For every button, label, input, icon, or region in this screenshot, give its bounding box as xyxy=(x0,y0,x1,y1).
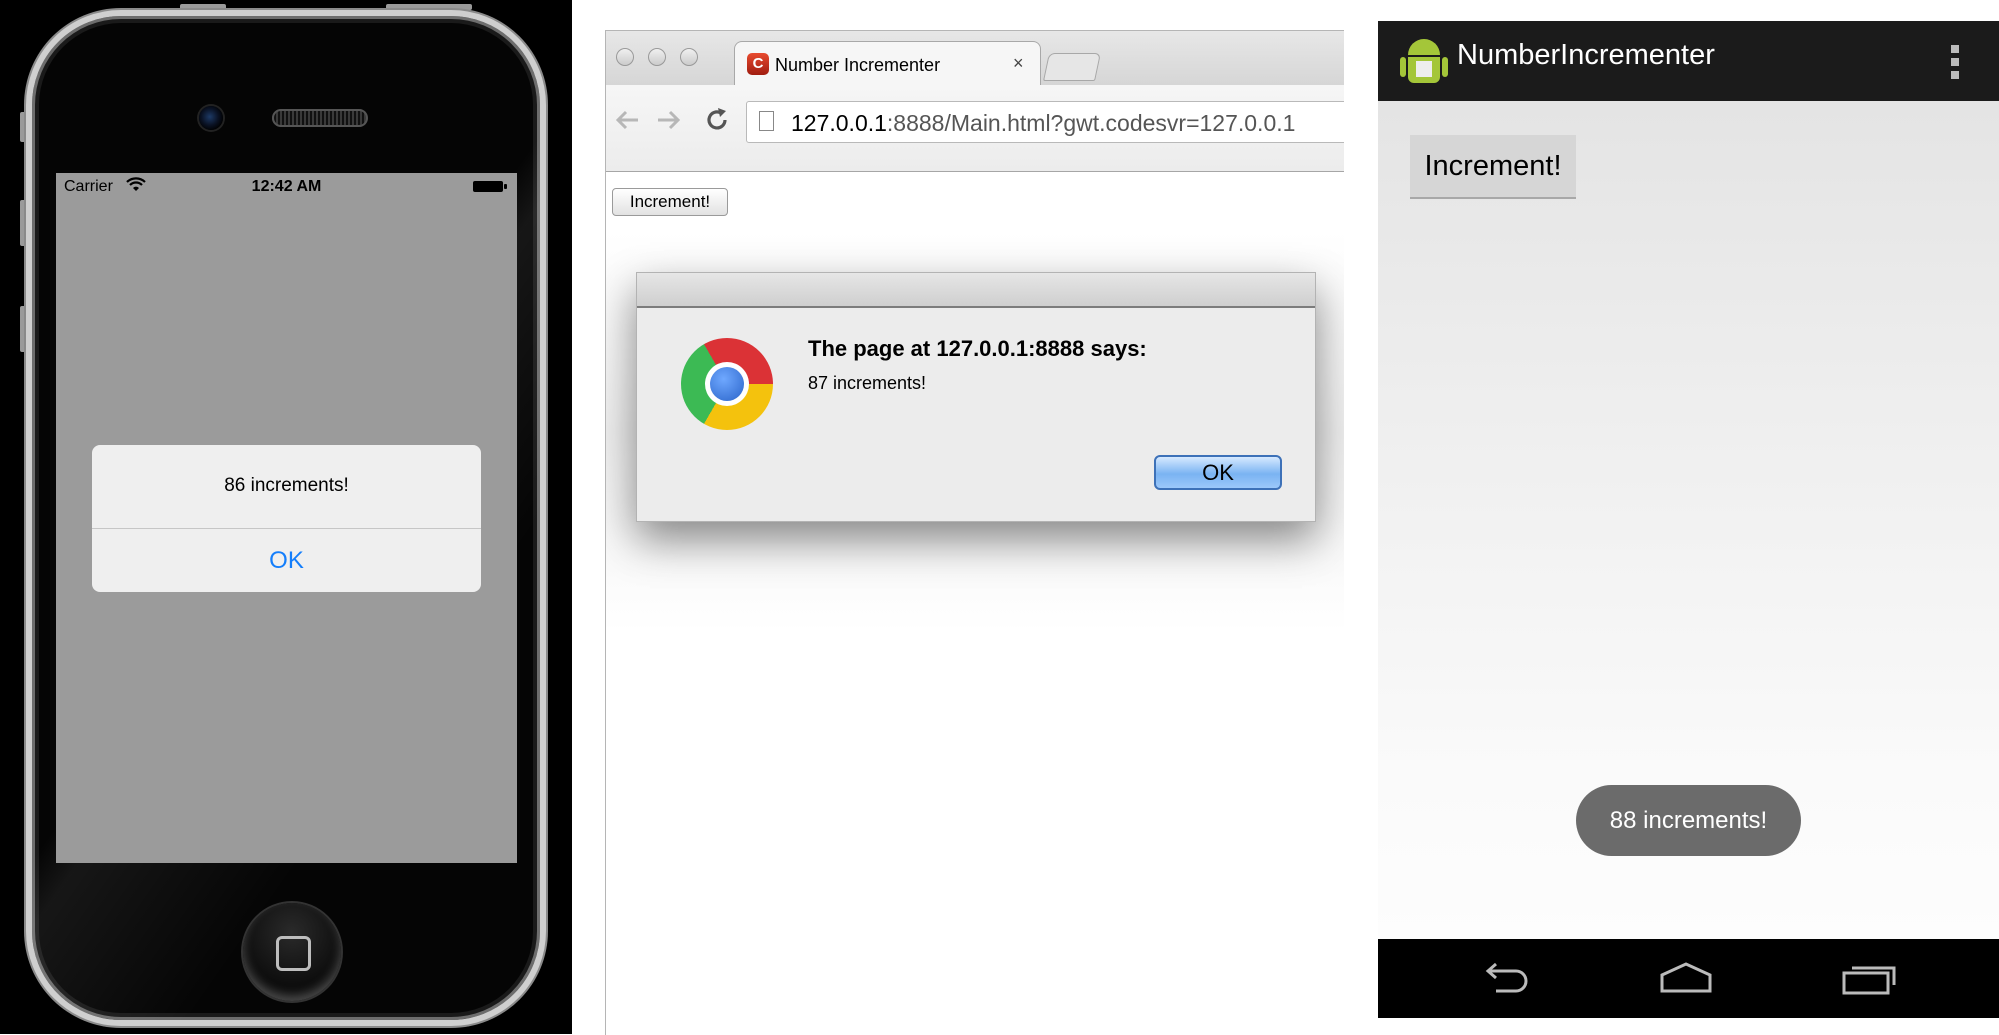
alert-ok-button[interactable]: OK xyxy=(92,529,481,592)
navigation-bar xyxy=(1378,939,1999,1018)
droid-arm-right xyxy=(1442,57,1448,77)
reload-button[interactable] xyxy=(702,105,732,142)
front-camera-icon xyxy=(199,106,223,130)
recents-icon xyxy=(1842,966,1896,995)
url-text: 127.0.0.1:8888/Main.html?gwt.codesvr=127… xyxy=(791,110,1295,137)
overflow-dot xyxy=(1951,71,1959,79)
tab-number-incrementer[interactable]: C Number Incrementer × xyxy=(734,41,1041,86)
increment-button[interactable]: Increment! xyxy=(612,188,728,216)
dialog-title-bar xyxy=(637,273,1315,308)
dialog-message: 87 increments! xyxy=(808,373,927,393)
recents-key[interactable] xyxy=(1840,961,1900,997)
android-emulator: NumberIncrementer Increment! 88 incremen… xyxy=(1378,21,1999,1018)
earpiece-speaker xyxy=(272,109,368,127)
overflow-menu-icon[interactable] xyxy=(1951,45,1959,79)
action-bar: NumberIncrementer xyxy=(1378,21,1999,101)
ios-simulator: Carrier 12:42 AM 86 increments! OK xyxy=(0,0,572,1034)
new-tab-button[interactable] xyxy=(1043,53,1101,81)
back-arrow-icon xyxy=(1485,962,1528,993)
battery-icon xyxy=(473,181,507,192)
minimize-window-button[interactable] xyxy=(648,48,666,66)
dialog-ok-button[interactable]: OK xyxy=(1154,455,1282,490)
chrome-browser-area: C Number Incrementer × 127.0.0.1:8888/Ma… xyxy=(572,0,1344,1035)
home-square-icon xyxy=(276,936,311,971)
home-key[interactable] xyxy=(1656,961,1716,997)
javascript-alert-dialog: The page at 127.0.0.1:8888 says: 87 incr… xyxy=(636,272,1316,522)
home-button[interactable] xyxy=(243,903,341,1001)
zoom-window-button[interactable] xyxy=(680,48,698,66)
close-window-button[interactable] xyxy=(616,48,634,66)
alert-message: 86 increments! xyxy=(224,475,349,496)
page-icon xyxy=(759,111,774,131)
gwt-favicon-icon: C xyxy=(747,53,769,75)
chrome-window: C Number Incrementer × 127.0.0.1:8888/Ma… xyxy=(605,30,1344,1035)
dialog-heading: The page at 127.0.0.1:8888 says: xyxy=(808,336,1147,361)
back-key[interactable] xyxy=(1476,961,1536,997)
back-button[interactable] xyxy=(612,105,642,142)
chrome-logo-icon xyxy=(681,338,773,430)
chrome-logo-ring xyxy=(705,362,749,406)
home-icon xyxy=(1660,962,1712,993)
address-bar[interactable]: 127.0.0.1:8888/Main.html?gwt.codesvr=127… xyxy=(746,101,1344,143)
app-title: NumberIncrementer xyxy=(1457,39,1715,71)
ios-screen: Carrier 12:42 AM 86 increments! OK xyxy=(56,173,517,863)
android-content: Increment! 88 increments! xyxy=(1378,101,1999,939)
arrow-right-icon xyxy=(658,110,681,130)
forward-button[interactable] xyxy=(654,105,684,142)
overflow-dot xyxy=(1951,58,1959,66)
droid-head xyxy=(1408,39,1440,55)
ios-status-bar: Carrier 12:42 AM xyxy=(56,173,517,199)
tab-title: Number Incrementer xyxy=(775,55,941,75)
overflow-dot xyxy=(1951,45,1959,53)
tab-strip: C Number Incrementer × xyxy=(606,31,1344,86)
ios-alert-dialog: 86 increments! OK xyxy=(92,445,481,592)
arrow-left-icon xyxy=(615,110,638,130)
url-host: 127.0.0.1 xyxy=(791,110,887,136)
droid-arm-left xyxy=(1400,57,1406,77)
reload-icon xyxy=(707,108,727,130)
page-content: Increment! The page at 127.0.0.1:8888 sa… xyxy=(606,172,1344,1035)
droid-box xyxy=(1416,61,1432,77)
chrome-logo-core xyxy=(710,367,744,401)
status-time: 12:42 AM xyxy=(251,178,322,195)
url-path: :8888/Main.html?gwt.codesvr=127.0.0.1 xyxy=(886,110,1296,136)
android-app-icon xyxy=(1400,39,1448,85)
browser-toolbar: 127.0.0.1:8888/Main.html?gwt.codesvr=127… xyxy=(606,85,1344,172)
tab-close-icon[interactable]: × xyxy=(1013,53,1024,74)
increment-button[interactable]: Increment! xyxy=(1410,135,1576,199)
toast-message: 88 increments! xyxy=(1576,785,1801,856)
